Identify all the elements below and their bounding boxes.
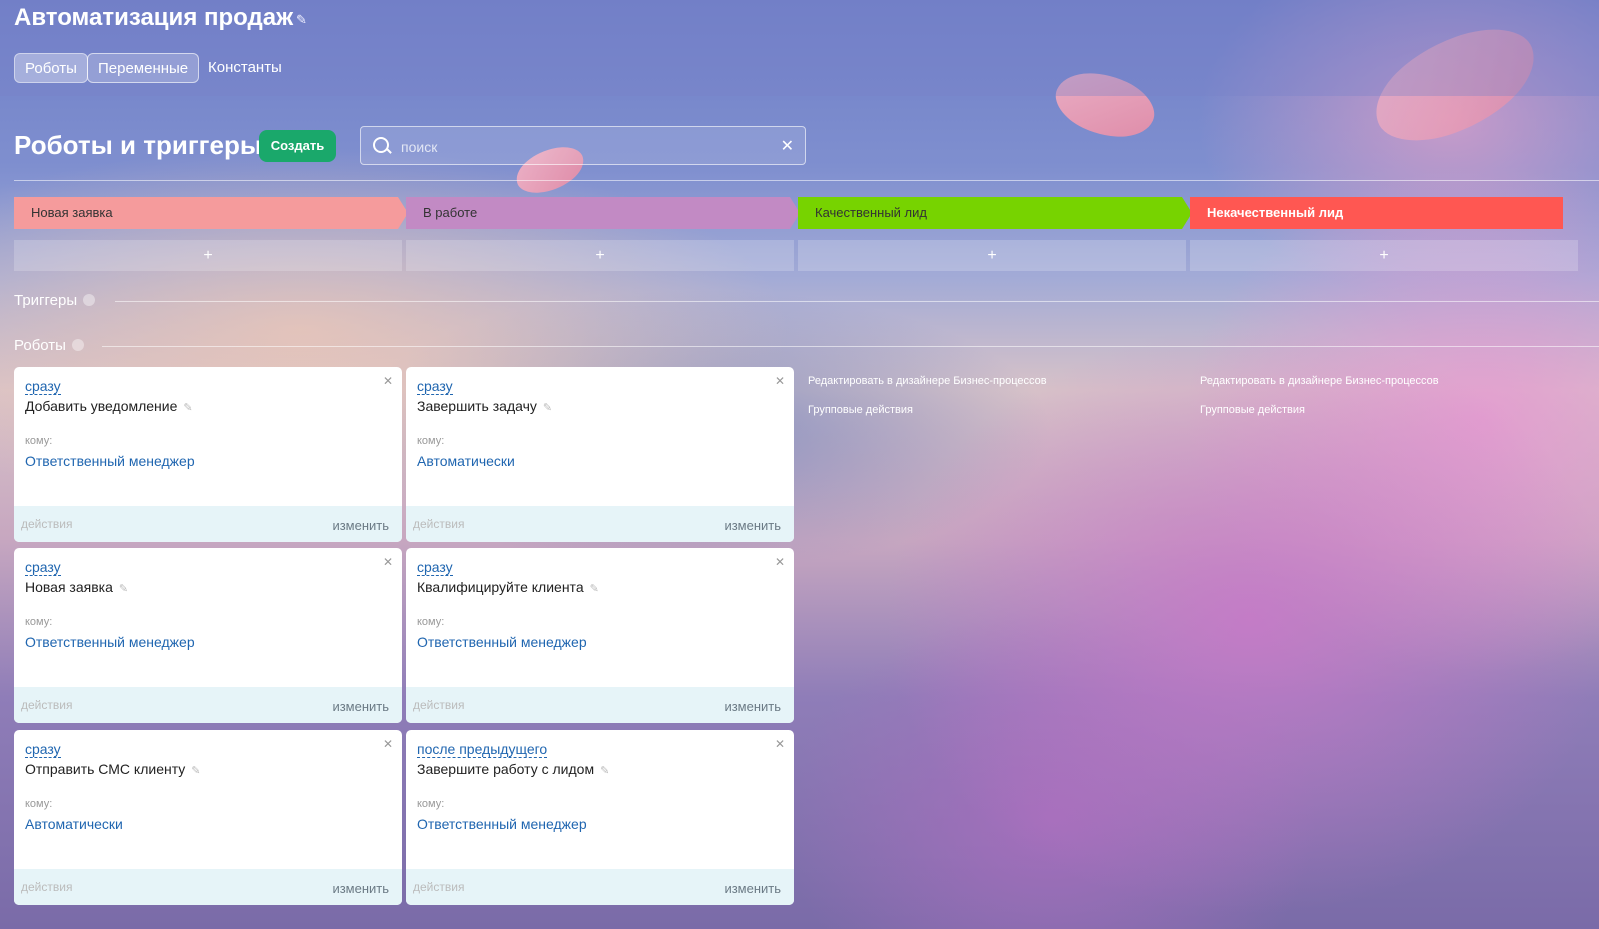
edit-link[interactable]: изменить <box>332 699 389 714</box>
robot-timing-link[interactable]: сразу <box>417 559 453 576</box>
pencil-icon[interactable]: ✎ <box>600 765 609 777</box>
card-footer: действия изменить <box>406 869 794 905</box>
recipient-label: кому: <box>417 798 445 810</box>
stage-quality-lead[interactable]: Качественный лид <box>798 197 1192 229</box>
actions-link[interactable]: действия <box>21 698 72 712</box>
recipient-label: кому: <box>25 435 53 447</box>
stage-new-request[interactable]: Новая заявка <box>14 197 408 229</box>
recipient-link[interactable]: Ответственный менеджер <box>417 634 587 650</box>
page-title: Автоматизация продаж <box>14 4 294 31</box>
actions-link[interactable]: действия <box>21 517 72 531</box>
robot-card[interactable]: сразу ✕ Отправить СМС клиенту ✎ кому: Авт… <box>14 730 402 905</box>
robot-name-text: Отправить СМС клиенту <box>25 761 186 777</box>
triggers-label: Триггеры <box>14 292 96 309</box>
robot-name-text: Добавить уведомление <box>25 398 178 414</box>
search-icon <box>373 137 389 153</box>
clear-icon[interactable]: ✕ <box>781 136 794 156</box>
card-footer: действия изменить <box>14 506 402 542</box>
edit-link[interactable]: изменить <box>724 881 781 896</box>
pencil-icon[interactable]: ✎ <box>183 402 192 414</box>
robot-timing-link[interactable]: сразу <box>25 559 61 576</box>
robot-name: Завершите работу с лидом ✎ <box>417 761 609 777</box>
edit-link[interactable]: изменить <box>724 699 781 714</box>
pencil-icon[interactable]: ✎ <box>119 583 128 595</box>
stage-unqualified-lead[interactable]: Некачественный лид <box>1190 197 1563 229</box>
recipient-link[interactable]: Ответственный менеджер <box>25 634 195 650</box>
robots-label: Роботы <box>14 337 84 354</box>
group-actions-link[interactable]: Групповые действия <box>808 404 913 416</box>
close-icon[interactable]: ✕ <box>775 555 785 569</box>
actions-link[interactable]: действия <box>413 880 464 894</box>
tab-robots[interactable]: Роботы <box>14 53 88 83</box>
recipient-label: кому: <box>25 616 53 628</box>
card-footer: действия изменить <box>14 869 402 905</box>
recipient-link[interactable]: Ответственный менеджер <box>417 816 587 832</box>
robot-card[interactable]: сразу ✕ Квалифицируйте клиента ✎ кому: От… <box>406 548 794 723</box>
tab-variables[interactable]: Переменные <box>87 53 200 83</box>
add-trigger-button[interactable]: + <box>798 240 1186 271</box>
robot-card[interactable]: сразу ✕ Завершить задачу ✎ кому: Автомати… <box>406 367 794 542</box>
robot-timing-link[interactable]: сразу <box>25 378 61 395</box>
close-icon[interactable]: ✕ <box>775 374 785 388</box>
robot-name: Добавить уведомление ✎ <box>25 398 193 414</box>
robot-card[interactable]: сразу ✕ Новая заявка ✎ кому: Ответственны… <box>14 548 402 723</box>
card-footer: действия изменить <box>406 506 794 542</box>
pencil-icon[interactable]: ✎ <box>543 402 552 414</box>
robot-card[interactable]: после предыдущего ✕ Завершите работу с л… <box>406 730 794 905</box>
robot-timing-link[interactable]: сразу <box>417 378 453 395</box>
tab-constants[interactable]: Константы <box>198 53 292 83</box>
help-icon[interactable] <box>71 339 84 351</box>
recipient-link[interactable]: Автоматически <box>417 453 515 469</box>
edit-link[interactable]: изменить <box>332 881 389 896</box>
robot-name: Новая заявка ✎ <box>25 579 128 595</box>
close-icon[interactable]: ✕ <box>383 555 393 569</box>
group-actions-link[interactable]: Групповые действия <box>1200 404 1305 416</box>
pin-icon[interactable]: ✎ <box>296 12 307 28</box>
actions-link[interactable]: действия <box>413 517 464 531</box>
triggers-title: Триггеры <box>14 292 78 309</box>
recipient-label: кому: <box>417 616 445 628</box>
stage-in-progress[interactable]: В работе <box>406 197 800 229</box>
add-trigger-button[interactable]: + <box>14 240 402 271</box>
edit-link[interactable]: изменить <box>332 518 389 533</box>
edit-link[interactable]: изменить <box>724 518 781 533</box>
divider <box>102 346 1599 347</box>
robot-name-text: Завершить задачу <box>417 398 537 414</box>
robot-name-text: Квалифицируйте клиента <box>417 579 584 595</box>
add-trigger-button[interactable]: + <box>1190 240 1578 271</box>
robots-title: Роботы <box>14 337 66 354</box>
robot-name: Завершить задачу ✎ <box>417 398 552 414</box>
robot-timing-link[interactable]: после предыдущего <box>417 741 548 758</box>
pencil-icon[interactable]: ✎ <box>590 583 599 595</box>
divider <box>14 180 1599 181</box>
designer-link[interactable]: Редактировать в дизайнере Бизнес-процесс… <box>1200 375 1439 387</box>
robot-name: Квалифицируйте клиента ✎ <box>417 579 599 595</box>
robot-name: Отправить СМС клиенту ✎ <box>25 761 201 777</box>
robot-name-text: Завершите работу с лидом <box>417 761 595 777</box>
section-heading: Роботы и триггеры <box>14 130 263 160</box>
add-trigger-button[interactable]: + <box>406 240 794 271</box>
robot-timing-link[interactable]: сразу <box>25 741 61 758</box>
close-icon[interactable]: ✕ <box>383 374 393 388</box>
recipient-link[interactable]: Автоматически <box>25 816 123 832</box>
search-input[interactable] <box>399 135 773 159</box>
card-footer: действия изменить <box>406 687 794 723</box>
card-footer: действия изменить <box>14 687 402 723</box>
create-button[interactable]: Создать <box>259 130 336 162</box>
search-box: ✕ <box>360 126 806 165</box>
pencil-icon[interactable]: ✎ <box>191 765 200 777</box>
robot-name-text: Новая заявка <box>25 579 113 595</box>
recipient-label: кому: <box>25 798 53 810</box>
actions-link[interactable]: действия <box>413 698 464 712</box>
recipient-link[interactable]: Ответственный менеджер <box>25 453 195 469</box>
recipient-label: кому: <box>417 435 445 447</box>
help-icon[interactable] <box>83 294 96 306</box>
close-icon[interactable]: ✕ <box>383 737 393 751</box>
actions-link[interactable]: действия <box>21 880 72 894</box>
robot-card[interactable]: сразу ✕ Добавить уведомление ✎ кому: Отве… <box>14 367 402 542</box>
designer-link[interactable]: Редактировать в дизайнере Бизнес-процесс… <box>808 375 1047 387</box>
close-icon[interactable]: ✕ <box>775 737 785 751</box>
divider <box>115 301 1599 302</box>
